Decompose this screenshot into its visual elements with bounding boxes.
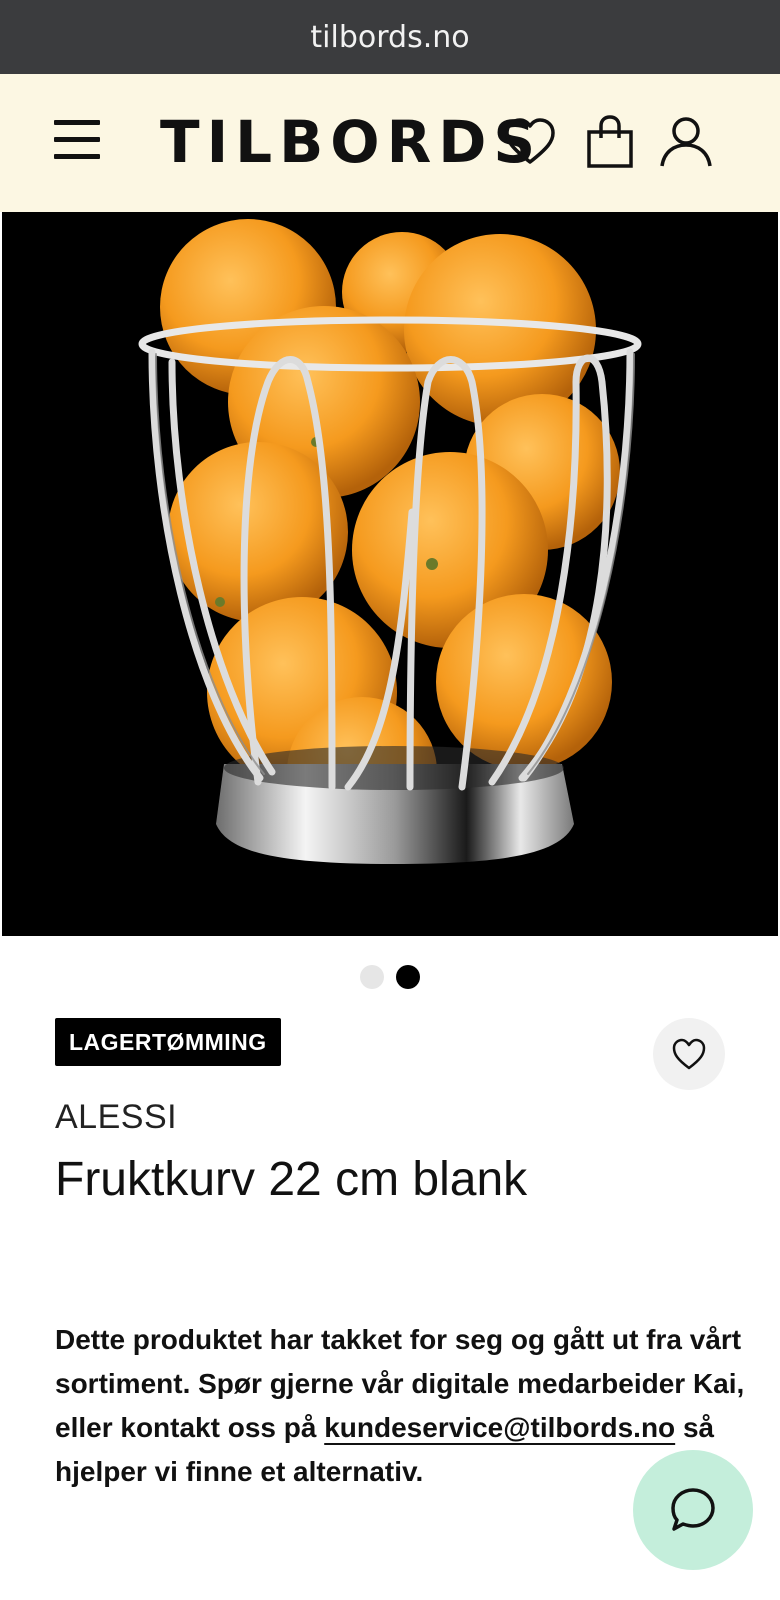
add-to-wishlist-button[interactable] <box>653 1018 725 1090</box>
chat-bubble-icon <box>671 1488 715 1531</box>
user-icon[interactable] <box>658 114 714 170</box>
discontinued-notice: Dette produktet har takket for seg og gå… <box>55 1318 745 1494</box>
chat-button[interactable] <box>633 1450 753 1570</box>
heart-icon <box>672 1038 706 1070</box>
product-image[interactable] <box>2 212 778 936</box>
site-header: TILBORDS <box>0 74 780 212</box>
gallery-dot-1[interactable] <box>360 965 384 989</box>
shopping-bag-icon[interactable] <box>582 114 638 170</box>
menu-icon[interactable] <box>54 120 100 162</box>
product-title: Fruktkurv 22 cm blank <box>55 1153 528 1206</box>
browser-url-bar[interactable]: tilbords.no <box>0 0 780 74</box>
clearance-badge: LAGERTØMMING <box>55 1018 281 1066</box>
product-brand[interactable]: ALESSI <box>55 1098 177 1137</box>
fruit-basket-image <box>138 219 642 864</box>
gallery-dot-2-active[interactable] <box>396 965 420 989</box>
gallery-dots <box>360 965 430 989</box>
heart-icon[interactable] <box>502 114 558 170</box>
url-text: tilbords.no <box>310 19 470 55</box>
customer-service-email-link[interactable]: kundeservice@tilbords.no <box>324 1412 675 1443</box>
site-logo[interactable]: TILBORDS <box>160 102 535 182</box>
